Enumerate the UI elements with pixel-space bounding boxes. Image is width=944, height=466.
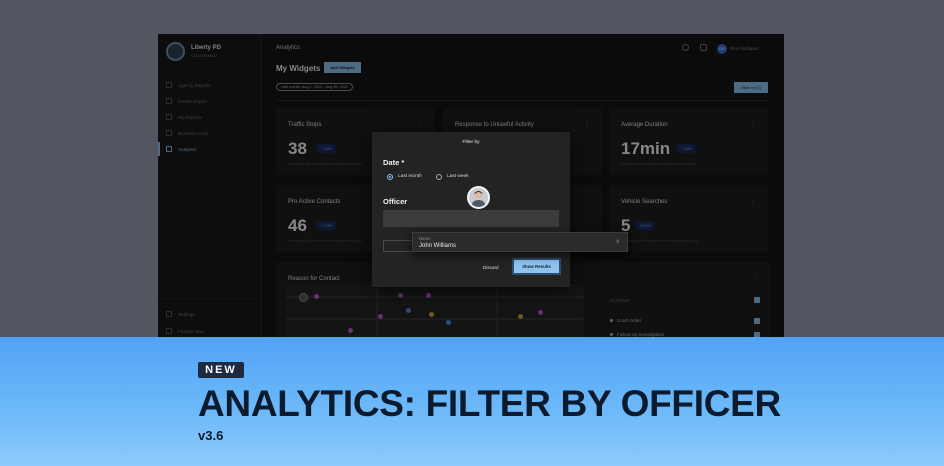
officer-option[interactable]: Name John Williams ×	[412, 232, 628, 252]
officer-section-label: Officer	[383, 197, 408, 206]
modal-title: Filter by	[462, 140, 480, 145]
person-icon	[469, 188, 488, 207]
version-label: v3.6	[198, 428, 224, 443]
radio-last-week[interactable]	[436, 174, 442, 180]
option-label: Name	[419, 236, 431, 241]
officer-input[interactable]	[383, 210, 559, 227]
radio-last-month[interactable]	[387, 174, 393, 180]
discard-button[interactable]: Discard	[483, 265, 499, 270]
new-badge: NEW	[198, 362, 244, 378]
banner-headline: ANALYTICS: FILTER BY OFFICER	[198, 383, 781, 424]
option-value: John Williams	[419, 243, 457, 249]
show-results-button[interactable]: Show Results	[514, 260, 559, 273]
radio-last-week-label[interactable]: Last week	[447, 174, 469, 180]
app-window: Liberty PD COLORADO Agency Reports Creat…	[158, 34, 784, 338]
close-icon[interactable]: ×	[615, 237, 620, 246]
filter-modal: Filter by Date * Last month Last week Of…	[372, 132, 570, 287]
radio-last-month-label[interactable]: Last month	[398, 174, 422, 180]
date-section-label: Date *	[383, 158, 405, 167]
officer-avatar	[467, 186, 490, 209]
